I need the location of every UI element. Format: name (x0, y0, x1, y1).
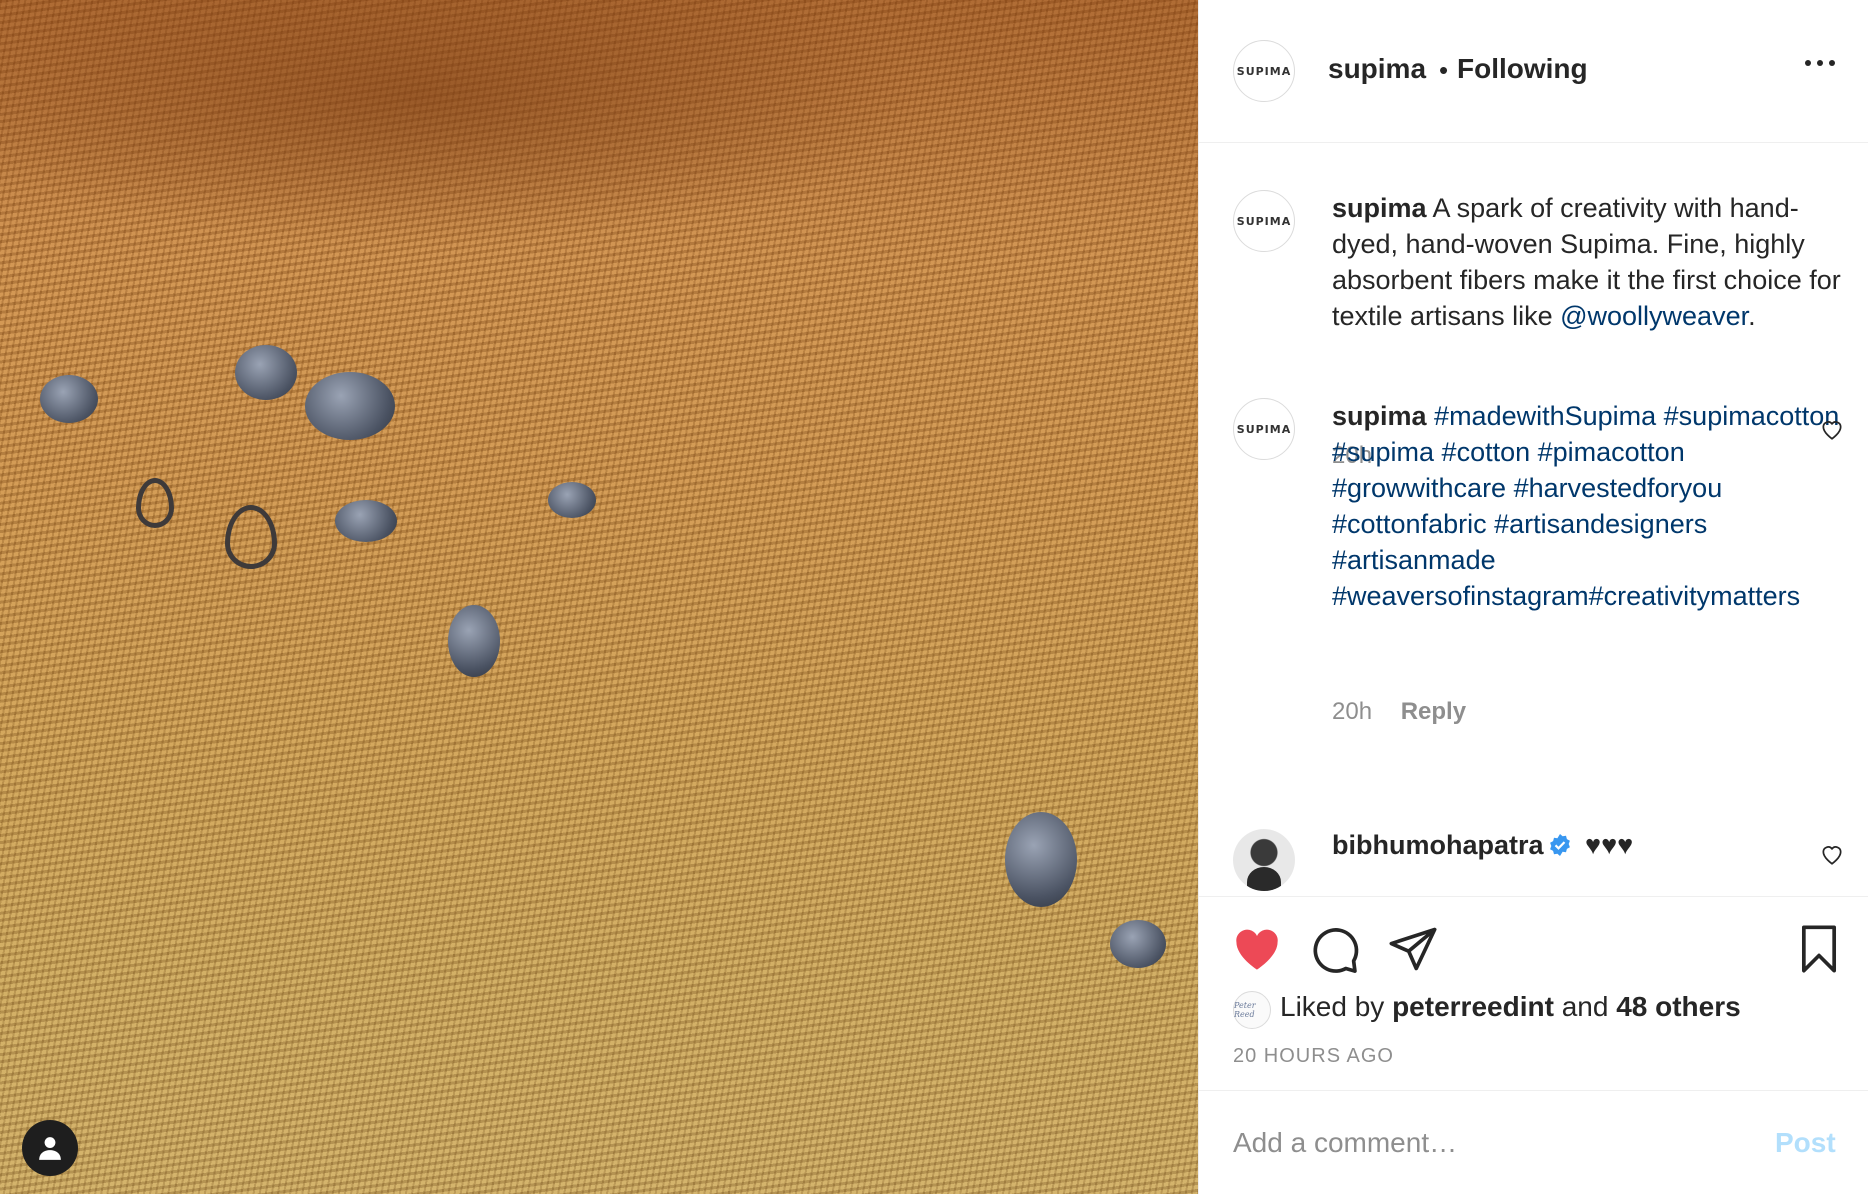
comment-body: ♥♥♥ (1585, 830, 1634, 860)
liked-by-avatar-text: Peter Reed (1234, 1001, 1256, 1019)
follow-status-button[interactable]: Following (1457, 53, 1588, 85)
yarn-knot (448, 605, 500, 677)
comment-bubble-icon[interactable] (1309, 923, 1361, 975)
yarn-loop (225, 505, 277, 569)
account-username[interactable]: supima (1328, 53, 1426, 85)
avatar-logo-text: SUPIMA (1236, 422, 1292, 436)
like-heart-icon[interactable] (1231, 923, 1283, 975)
yarn-knot (305, 372, 395, 440)
mention-link[interactable]: @woollyweaver (1560, 301, 1748, 331)
comment-text: supima #madewithSupima #supimacotton #su… (1332, 398, 1842, 614)
comment-avatar[interactable]: SUPIMA (1233, 190, 1295, 252)
comment-avatar[interactable] (1233, 829, 1295, 891)
user-icon (39, 1137, 61, 1160)
yarn-knot (235, 345, 297, 400)
yarn-loop (136, 478, 174, 528)
save-bookmark-icon[interactable] (1793, 923, 1845, 975)
comment-input[interactable] (1233, 1121, 1713, 1165)
yarn-knot (1110, 920, 1166, 968)
avatar-logo-text: SUPIMA (1236, 214, 1292, 228)
comments-list[interactable]: SUPIMA supima A spark of creativity with… (1199, 144, 1868, 896)
add-comment-bar: Post (1199, 1090, 1868, 1194)
comment-avatar[interactable]: SUPIMA (1233, 398, 1295, 460)
more-options-icon[interactable] (1805, 58, 1835, 68)
post-side-panel: SUPIMA supima • Following SUPIMA supima … (1198, 0, 1868, 1194)
reply-button[interactable]: Reply (1401, 698, 1466, 725)
profile-tag-button[interactable] (22, 1120, 78, 1176)
yarn-knot (335, 500, 397, 542)
liked-by-user[interactable]: peterreedint (1392, 991, 1554, 1022)
comment-username[interactable]: bibhumohapatra (1332, 830, 1544, 860)
yarn-knot (1005, 812, 1077, 907)
liked-by-others[interactable]: 48 others (1616, 991, 1741, 1022)
comment-time[interactable]: 20h (1332, 698, 1372, 725)
liked-by-summary: Liked by peterreedint and 48 others (1280, 991, 1741, 1023)
liked-by-prefix: Liked by (1280, 991, 1385, 1022)
comment-username[interactable]: supima (1332, 193, 1427, 223)
share-paper-plane-icon[interactable] (1387, 923, 1439, 975)
account-avatar[interactable]: SUPIMA (1233, 40, 1295, 102)
avatar-logo-text: SUPIMA (1236, 64, 1292, 78)
post-button[interactable]: Post (1775, 1127, 1836, 1159)
hashtag-links[interactable]: #madewithSupima #supimacotton #supima #c… (1332, 401, 1839, 611)
yarn-knot (40, 375, 98, 423)
post-photo[interactable] (0, 0, 1198, 1194)
comment-meta: 20h Reply (1332, 698, 1466, 726)
like-comment-icon[interactable] (1819, 841, 1845, 867)
comment-text: bibhumohapatra ♥♥♥ (1332, 827, 1842, 863)
post-timestamp[interactable]: 20 HOURS AGO (1233, 1045, 1394, 1068)
like-comment-icon[interactable] (1819, 416, 1845, 442)
caption-suffix: . (1748, 301, 1756, 331)
separator-dot: • (1439, 55, 1449, 85)
caption-text: supima A spark of creativity with hand-d… (1332, 190, 1842, 334)
liked-by-connector: and (1561, 991, 1609, 1022)
comment-username[interactable]: supima (1332, 401, 1427, 431)
verified-badge-icon (1549, 834, 1570, 856)
post-actions: Peter Reed Liked by peterreedint and 48 … (1199, 896, 1868, 1091)
yarn-knot (548, 482, 596, 518)
post-header: SUPIMA supima • Following (1199, 0, 1868, 143)
liked-by-avatar[interactable]: Peter Reed (1233, 991, 1271, 1029)
